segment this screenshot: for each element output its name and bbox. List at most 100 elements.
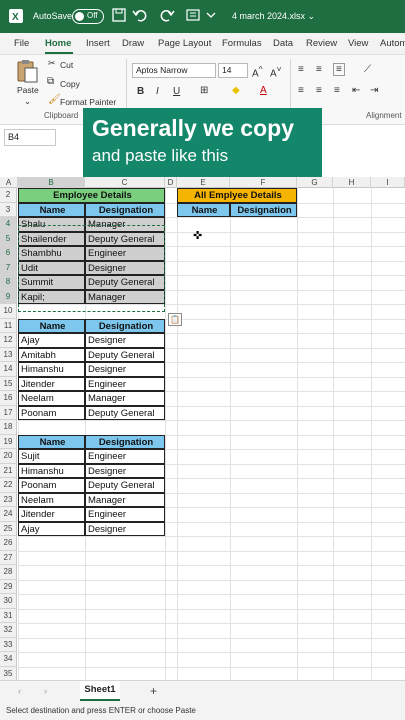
tab-automate[interactable]: Autom (380, 38, 405, 49)
table-cell[interactable]: Amitabh (18, 347, 85, 362)
spreadsheet-grid[interactable]: ABCDEFGHI 2 3 4 5 6 7 8 9 10 11 12 13 14 15 16 17 18 19 20… (0, 177, 405, 711)
table-cell[interactable]: Manager (85, 492, 165, 507)
name-box[interactable]: B4 (4, 129, 56, 146)
row-header[interactable]: 3 (0, 202, 17, 217)
table-cell[interactable]: Jitender (18, 507, 85, 522)
row-header[interactable]: 28 (0, 565, 17, 580)
paste-options-icon[interactable]: 📋 (168, 313, 182, 326)
row-header[interactable]: 14 (0, 362, 17, 377)
table-header[interactable]: Name (177, 202, 230, 217)
row-header[interactable]: 13 (0, 347, 17, 362)
column-header[interactable]: D (165, 177, 177, 188)
bold-button[interactable]: B (137, 86, 144, 97)
table-cell[interactable]: Engineer (85, 376, 165, 391)
tab-home[interactable]: Home (45, 38, 71, 49)
sheet-tab[interactable]: Sheet1 (80, 681, 120, 701)
row-header[interactable]: 30 (0, 594, 17, 609)
sheet-next-icon[interactable]: › (44, 686, 47, 696)
row-header[interactable]: 22 (0, 478, 17, 493)
customize-icon[interactable] (186, 8, 202, 24)
row-header[interactable]: 10 (0, 304, 17, 319)
table-header[interactable]: Name (18, 318, 85, 333)
italic-button[interactable]: I (156, 86, 159, 97)
row-header[interactable]: 8 (0, 275, 17, 290)
table-header[interactable]: Name (18, 434, 85, 449)
column-header[interactable]: E (177, 177, 230, 188)
row-header[interactable]: 2 (0, 188, 17, 203)
table-title[interactable]: Employee Details (18, 188, 165, 203)
add-sheet-button[interactable]: + (150, 684, 157, 698)
row-header[interactable]: 23 (0, 492, 17, 507)
row-header[interactable]: 7 (0, 260, 17, 275)
increase-font-icon[interactable]: A^ (252, 64, 263, 79)
table-cell[interactable]: Himanshu (18, 463, 85, 478)
row-header[interactable]: 27 (0, 550, 17, 565)
paste-icon[interactable] (16, 59, 38, 86)
table-cell[interactable]: Designer (85, 521, 165, 536)
table-header[interactable]: Designation (230, 202, 297, 217)
row-header[interactable]: 17 (0, 405, 17, 420)
copy-label[interactable]: Copy (60, 79, 80, 89)
column-header[interactable]: H (333, 177, 371, 188)
table-cell[interactable]: Ajay (18, 333, 85, 348)
row-header[interactable]: 21 (0, 463, 17, 478)
align-right-icon[interactable]: ≡ (334, 85, 340, 96)
table-cell[interactable]: Designer (85, 362, 165, 377)
align-center-icon[interactable]: ≡ (316, 85, 322, 96)
tab-file[interactable]: File (14, 38, 29, 49)
file-title[interactable]: 4 march 2024.xlsx ⌄ (232, 11, 315, 22)
column-header[interactable]: C (85, 177, 165, 188)
row-header[interactable]: 9 (0, 289, 17, 304)
tab-review[interactable]: Review (306, 38, 337, 49)
table-cell[interactable]: Ajay (18, 521, 85, 536)
table-cell[interactable]: Deputy General (85, 478, 165, 493)
redo-icon[interactable] (160, 8, 176, 24)
decrease-font-icon[interactable]: A˅ (270, 64, 282, 79)
table-cell[interactable]: Himanshu (18, 362, 85, 377)
row-header[interactable]: 16 (0, 391, 17, 406)
table-cell[interactable]: Poonam (18, 478, 85, 493)
align-middle-icon[interactable]: ≡ (316, 64, 322, 75)
format-painter-label[interactable]: Format Painter (60, 97, 116, 107)
column-header[interactable]: G (297, 177, 333, 188)
underline-button[interactable]: U (173, 86, 180, 97)
format-painter-icon[interactable]: 🖌 (48, 94, 61, 105)
row-header[interactable]: 25 (0, 521, 17, 536)
tab-draw[interactable]: Draw (122, 38, 144, 49)
row-header[interactable]: 4 (0, 217, 17, 232)
table-header[interactable]: Designation (85, 434, 165, 449)
save-icon[interactable] (112, 8, 128, 24)
table-cell[interactable]: Poonam (18, 405, 85, 420)
table-cell[interactable]: Neelam (18, 492, 85, 507)
row-header[interactable]: 35 (0, 666, 17, 681)
column-header[interactable]: F (230, 177, 297, 188)
cut-icon[interactable]: ✂ (48, 58, 56, 69)
cut-label[interactable]: Cut (60, 60, 73, 70)
align-top-icon[interactable]: ≡ (298, 64, 304, 75)
table-cell[interactable]: Engineer (85, 507, 165, 522)
increase-indent-icon[interactable]: ⇥ (370, 85, 378, 96)
row-header[interactable]: 20 (0, 449, 17, 464)
row-header[interactable]: 6 (0, 246, 17, 261)
column-header[interactable]: B (18, 177, 85, 188)
align-left-icon[interactable]: ≡ (298, 85, 304, 96)
orientation-icon[interactable]: ⟋ (364, 64, 371, 75)
row-header[interactable]: 12 (0, 333, 17, 348)
tab-page-layout[interactable]: Page Layout (158, 38, 211, 49)
fill-color-icon[interactable]: ◆ (232, 85, 240, 96)
table-header[interactable]: Name (18, 202, 85, 217)
paste-dropdown-icon[interactable]: ⌄ (24, 96, 31, 107)
tab-view[interactable]: View (348, 38, 368, 49)
column-header[interactable]: I (371, 177, 405, 188)
decrease-indent-icon[interactable]: ⇤ (352, 85, 360, 96)
table-cell[interactable]: Deputy General (85, 347, 165, 362)
row-header[interactable]: 26 (0, 536, 17, 551)
row-header[interactable]: 15 (0, 376, 17, 391)
autosave-toggle[interactable]: Off (72, 9, 104, 24)
tab-formulas[interactable]: Formulas (222, 38, 262, 49)
table-cell[interactable]: Designer (85, 463, 165, 478)
table-title[interactable]: All Emplyee Details (177, 188, 297, 203)
table-header[interactable]: Designation (85, 202, 165, 217)
font-color-icon[interactable]: A (260, 85, 267, 96)
table-cell[interactable]: Designer (85, 333, 165, 348)
